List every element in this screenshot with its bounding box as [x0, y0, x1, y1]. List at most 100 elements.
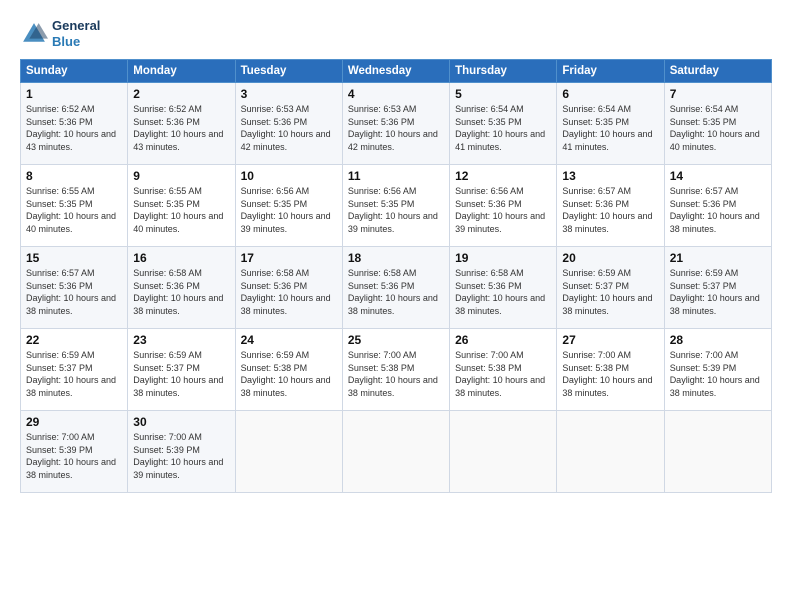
day-info: Sunrise: 7:00 AMSunset: 5:39 PMDaylight:…: [26, 431, 122, 481]
day-info: Sunrise: 6:52 AMSunset: 5:36 PMDaylight:…: [26, 103, 122, 153]
day-info: Sunrise: 6:53 AMSunset: 5:36 PMDaylight:…: [241, 103, 337, 153]
day-info: Sunrise: 7:00 AMSunset: 5:38 PMDaylight:…: [348, 349, 444, 399]
calendar-cell: 24 Sunrise: 6:59 AMSunset: 5:38 PMDayligh…: [235, 329, 342, 411]
day-number: 29: [26, 415, 122, 429]
calendar-cell: [450, 411, 557, 493]
calendar-week-3: 22Sunrise: 6:59 AMSunset: 5:37 PMDayligh…: [21, 329, 772, 411]
day-number: 30: [133, 415, 229, 429]
day-number: 4: [348, 87, 444, 101]
calendar-cell: 11Sunrise: 6:56 AMSunset: 5:35 PMDayligh…: [342, 165, 449, 247]
weekday-header-row: SundayMondayTuesdayWednesdayThursdayFrid…: [21, 60, 772, 83]
calendar-cell: 1 Sunrise: 6:52 AMSunset: 5:36 PMDaylight…: [21, 83, 128, 165]
logo-icon: [20, 20, 48, 48]
day-number: 28: [670, 333, 766, 347]
day-number: 20: [562, 251, 658, 265]
day-info: Sunrise: 6:54 AMSunset: 5:35 PMDaylight:…: [562, 103, 658, 153]
day-info: Sunrise: 7:00 AMSunset: 5:38 PMDaylight:…: [562, 349, 658, 399]
day-info: Sunrise: 6:59 AMSunset: 5:37 PMDaylight:…: [670, 267, 766, 317]
day-info: Sunrise: 7:00 AMSunset: 5:39 PMDaylight:…: [670, 349, 766, 399]
day-info: Sunrise: 6:56 AMSunset: 5:36 PMDaylight:…: [455, 185, 551, 235]
calendar-cell: 20 Sunrise: 6:59 AMSunset: 5:37 PMDayligh…: [557, 247, 664, 329]
weekday-header-friday: Friday: [557, 60, 664, 83]
calendar-cell: 27 Sunrise: 7:00 AMSunset: 5:38 PMDayligh…: [557, 329, 664, 411]
day-number: 16: [133, 251, 229, 265]
weekday-header-tuesday: Tuesday: [235, 60, 342, 83]
day-number: 5: [455, 87, 551, 101]
day-number: 18: [348, 251, 444, 265]
day-number: 17: [241, 251, 337, 265]
calendar-week-1: 8 Sunrise: 6:55 AMSunset: 5:35 PMDaylight…: [21, 165, 772, 247]
day-number: 3: [241, 87, 337, 101]
logo-text-general: General: [52, 18, 100, 34]
calendar-week-0: 1 Sunrise: 6:52 AMSunset: 5:36 PMDaylight…: [21, 83, 772, 165]
calendar-cell: 21 Sunrise: 6:59 AMSunset: 5:37 PMDayligh…: [664, 247, 771, 329]
calendar-cell: [557, 411, 664, 493]
day-info: Sunrise: 6:56 AMSunset: 5:35 PMDaylight:…: [348, 185, 444, 235]
calendar-cell: [235, 411, 342, 493]
calendar-cell: 25Sunrise: 7:00 AMSunset: 5:38 PMDayligh…: [342, 329, 449, 411]
day-info: Sunrise: 7:00 AMSunset: 5:38 PMDaylight:…: [455, 349, 551, 399]
day-number: 14: [670, 169, 766, 183]
weekday-header-thursday: Thursday: [450, 60, 557, 83]
calendar-week-4: 29 Sunrise: 7:00 AMSunset: 5:39 PMDayligh…: [21, 411, 772, 493]
calendar-cell: 26 Sunrise: 7:00 AMSunset: 5:38 PMDayligh…: [450, 329, 557, 411]
day-number: 23: [133, 333, 229, 347]
day-number: 2: [133, 87, 229, 101]
calendar-cell: 4Sunrise: 6:53 AMSunset: 5:36 PMDaylight…: [342, 83, 449, 165]
day-info: Sunrise: 6:57 AMSunset: 5:36 PMDaylight:…: [670, 185, 766, 235]
day-number: 27: [562, 333, 658, 347]
day-number: 8: [26, 169, 122, 183]
day-info: Sunrise: 6:57 AMSunset: 5:36 PMDaylight:…: [562, 185, 658, 235]
weekday-header-monday: Monday: [128, 60, 235, 83]
day-number: 22: [26, 333, 122, 347]
day-number: 15: [26, 251, 122, 265]
calendar-cell: 30 Sunrise: 7:00 AMSunset: 5:39 PMDayligh…: [128, 411, 235, 493]
calendar-cell: 6 Sunrise: 6:54 AMSunset: 5:35 PMDaylight…: [557, 83, 664, 165]
day-info: Sunrise: 6:57 AMSunset: 5:36 PMDaylight:…: [26, 267, 122, 317]
day-number: 10: [241, 169, 337, 183]
weekday-header-sunday: Sunday: [21, 60, 128, 83]
day-info: Sunrise: 7:00 AMSunset: 5:39 PMDaylight:…: [133, 431, 229, 481]
calendar-cell: [342, 411, 449, 493]
day-number: 12: [455, 169, 551, 183]
calendar-page: General Blue SundayMondayTuesdayWednesda…: [0, 0, 792, 612]
calendar-cell: 8 Sunrise: 6:55 AMSunset: 5:35 PMDaylight…: [21, 165, 128, 247]
day-number: 19: [455, 251, 551, 265]
header: General Blue: [20, 18, 772, 49]
day-info: Sunrise: 6:55 AMSunset: 5:35 PMDaylight:…: [133, 185, 229, 235]
day-number: 21: [670, 251, 766, 265]
day-number: 24: [241, 333, 337, 347]
day-info: Sunrise: 6:52 AMSunset: 5:36 PMDaylight:…: [133, 103, 229, 153]
calendar-week-2: 15 Sunrise: 6:57 AMSunset: 5:36 PMDayligh…: [21, 247, 772, 329]
calendar-cell: 28 Sunrise: 7:00 AMSunset: 5:39 PMDayligh…: [664, 329, 771, 411]
calendar-cell: [664, 411, 771, 493]
calendar-cell: 3 Sunrise: 6:53 AMSunset: 5:36 PMDaylight…: [235, 83, 342, 165]
day-info: Sunrise: 6:54 AMSunset: 5:35 PMDaylight:…: [455, 103, 551, 153]
calendar-cell: 2 Sunrise: 6:52 AMSunset: 5:36 PMDaylight…: [128, 83, 235, 165]
day-number: 6: [562, 87, 658, 101]
day-number: 26: [455, 333, 551, 347]
day-info: Sunrise: 6:59 AMSunset: 5:38 PMDaylight:…: [241, 349, 337, 399]
weekday-header-saturday: Saturday: [664, 60, 771, 83]
day-info: Sunrise: 6:59 AMSunset: 5:37 PMDaylight:…: [562, 267, 658, 317]
day-info: Sunrise: 6:54 AMSunset: 5:35 PMDaylight:…: [670, 103, 766, 153]
calendar-cell: 12 Sunrise: 6:56 AMSunset: 5:36 PMDayligh…: [450, 165, 557, 247]
logo-text-blue: Blue: [52, 34, 100, 50]
calendar-cell: 15 Sunrise: 6:57 AMSunset: 5:36 PMDayligh…: [21, 247, 128, 329]
calendar-cell: 7 Sunrise: 6:54 AMSunset: 5:35 PMDaylight…: [664, 83, 771, 165]
day-number: 1: [26, 87, 122, 101]
day-number: 9: [133, 169, 229, 183]
day-number: 7: [670, 87, 766, 101]
day-info: Sunrise: 6:55 AMSunset: 5:35 PMDaylight:…: [26, 185, 122, 235]
calendar-cell: 16 Sunrise: 6:58 AMSunset: 5:36 PMDayligh…: [128, 247, 235, 329]
weekday-header-wednesday: Wednesday: [342, 60, 449, 83]
calendar-table: SundayMondayTuesdayWednesdayThursdayFrid…: [20, 59, 772, 493]
day-info: Sunrise: 6:58 AMSunset: 5:36 PMDaylight:…: [241, 267, 337, 317]
calendar-cell: 14 Sunrise: 6:57 AMSunset: 5:36 PMDayligh…: [664, 165, 771, 247]
calendar-cell: 19 Sunrise: 6:58 AMSunset: 5:36 PMDayligh…: [450, 247, 557, 329]
logo: General Blue: [20, 18, 100, 49]
day-number: 13: [562, 169, 658, 183]
day-info: Sunrise: 6:58 AMSunset: 5:36 PMDaylight:…: [455, 267, 551, 317]
calendar-cell: 10Sunrise: 6:56 AMSunset: 5:35 PMDayligh…: [235, 165, 342, 247]
day-info: Sunrise: 6:58 AMSunset: 5:36 PMDaylight:…: [133, 267, 229, 317]
